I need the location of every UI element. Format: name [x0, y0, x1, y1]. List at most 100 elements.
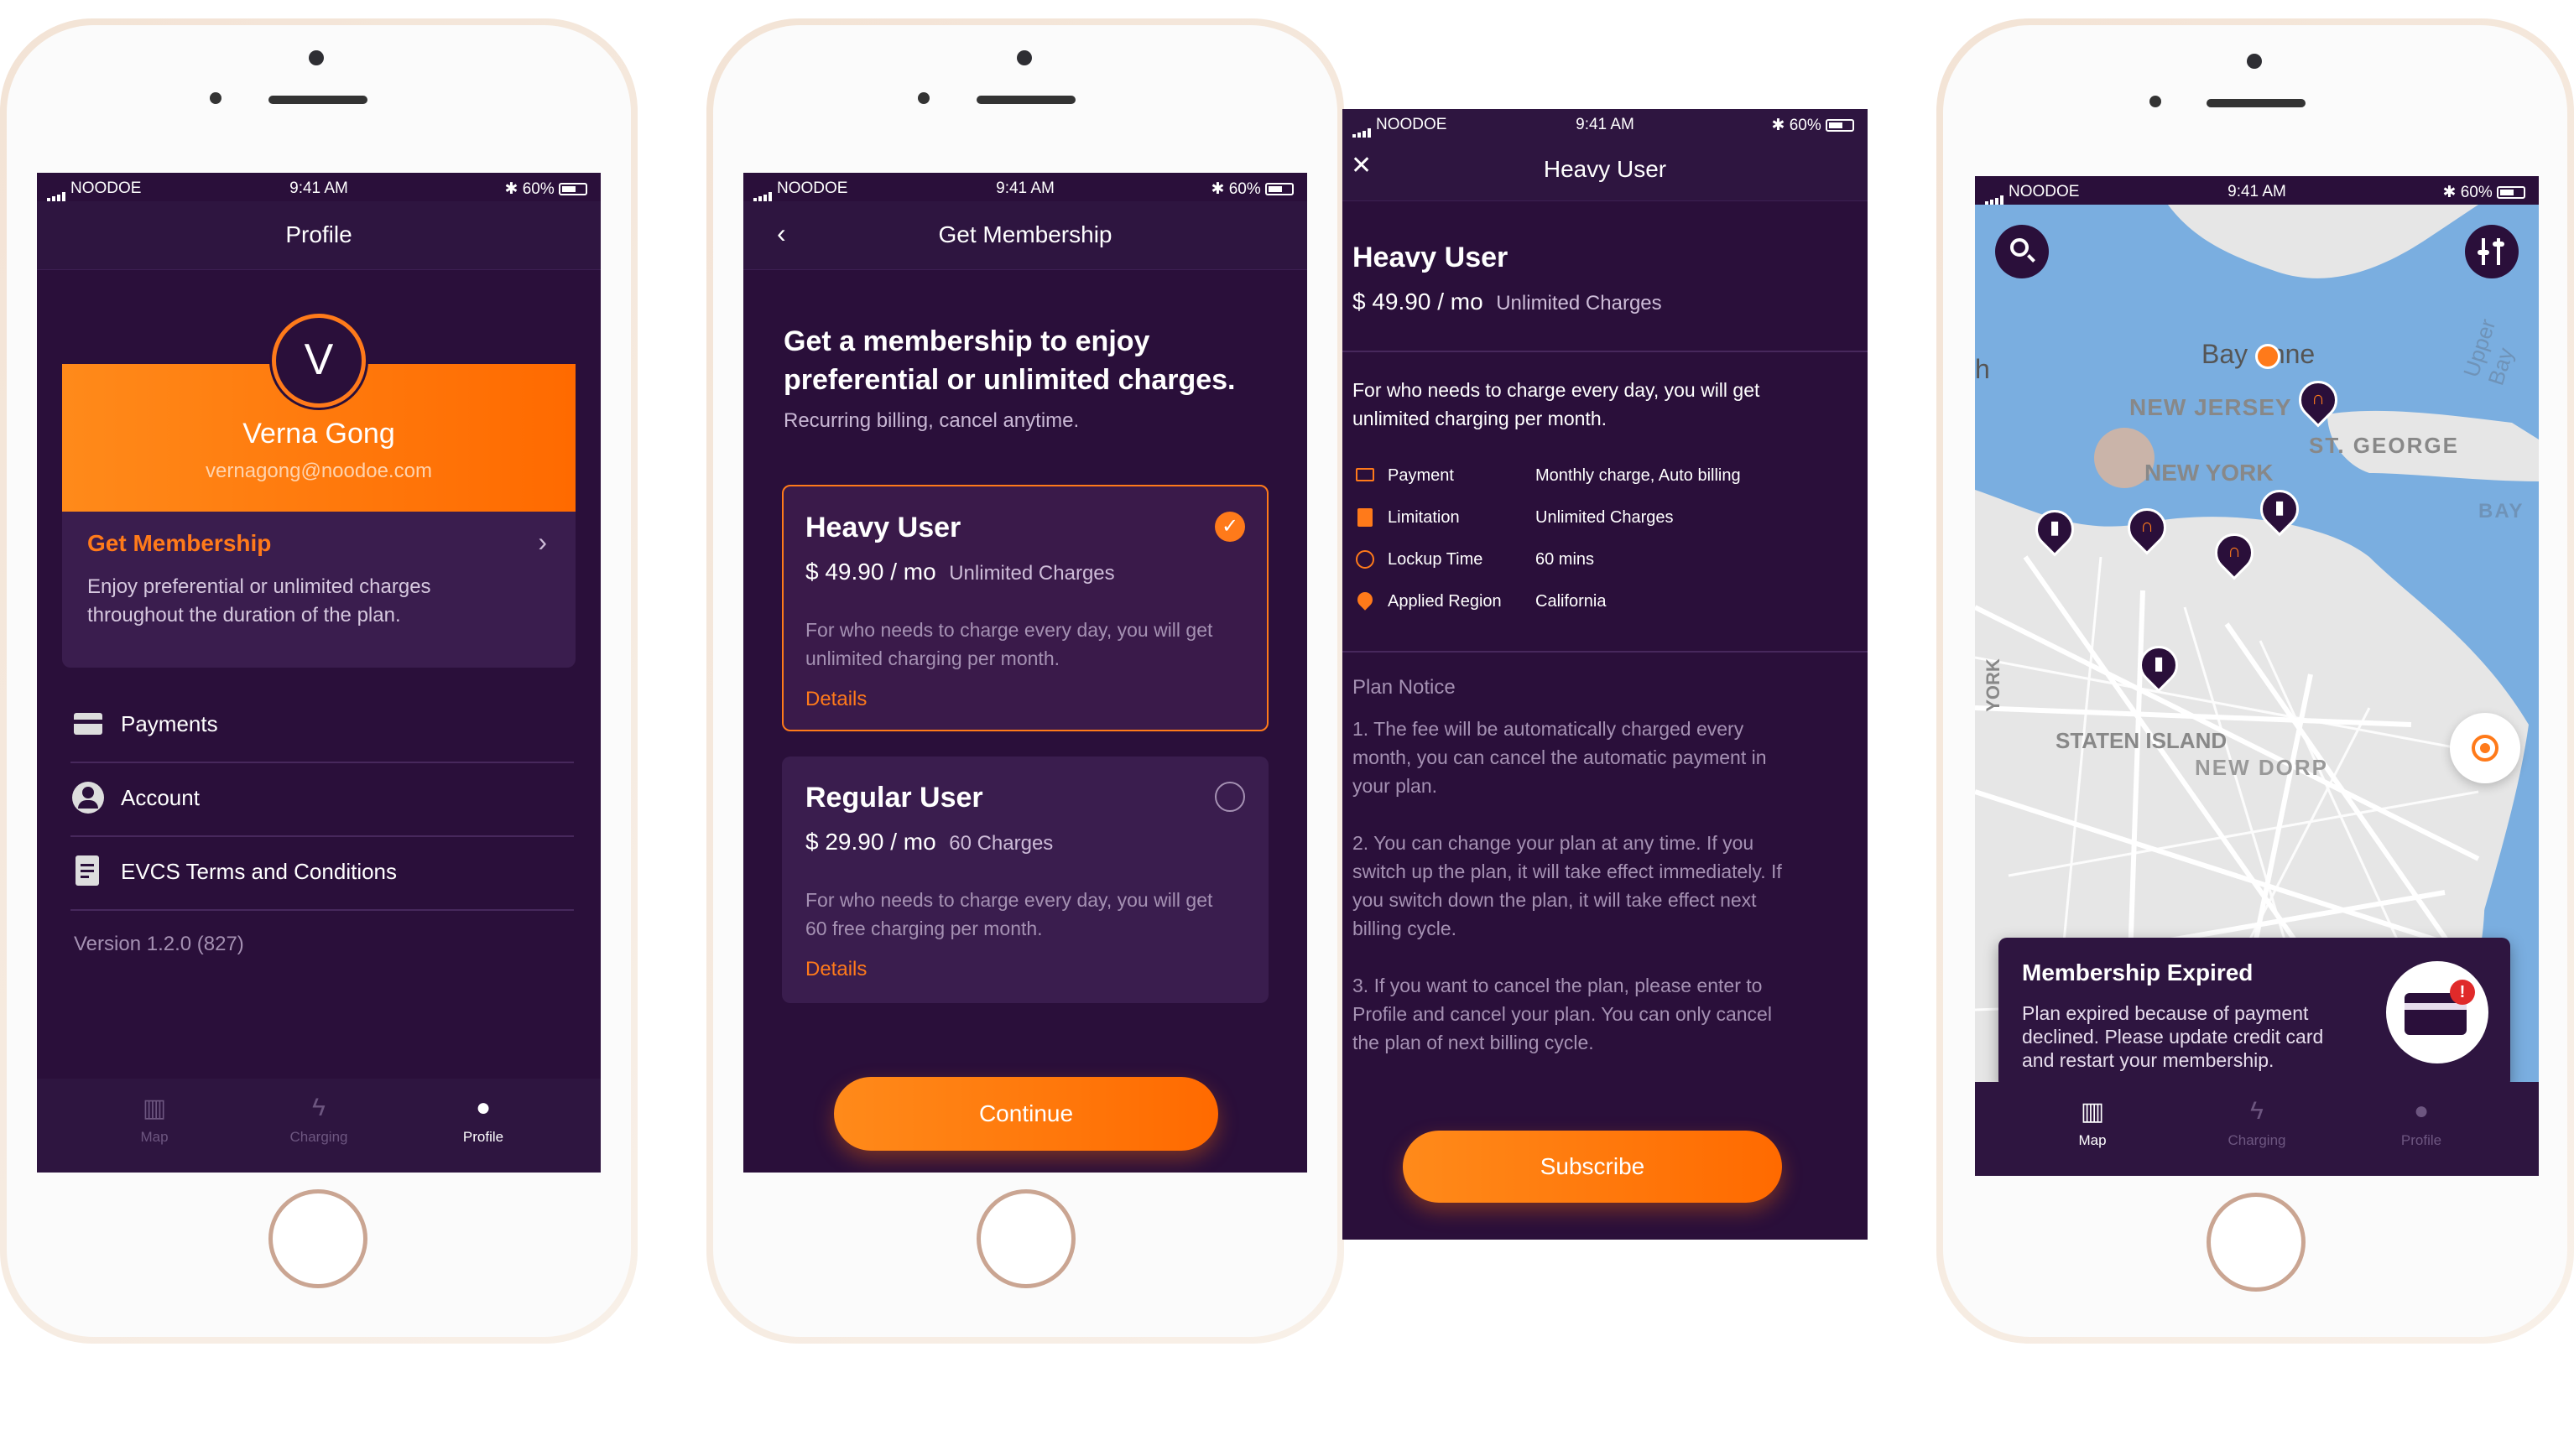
- battery-level: 60%: [522, 180, 555, 198]
- phone-frame-get-membership: NOODOE 9:41 AM ✱ 60% ‹ Get Membership Ge…: [706, 18, 1344, 1344]
- menu-label-payments: Payments: [121, 711, 218, 736]
- avatar[interactable]: V: [272, 314, 366, 408]
- document-icon: [1357, 508, 1373, 527]
- charger-pin-station[interactable]: ▮: [2252, 481, 2307, 537]
- home-button[interactable]: [2207, 1193, 2306, 1292]
- menu-item-terms[interactable]: EVCS Terms and Conditions: [70, 855, 574, 909]
- menu-label-account: Account: [121, 785, 200, 810]
- map-label-st-george: ST. GEORGE: [2309, 433, 2459, 458]
- earpiece-speaker: [268, 96, 367, 104]
- tab-profile[interactable]: ● Profile: [2371, 1097, 2472, 1149]
- plug-icon: ∩: [2140, 515, 2154, 536]
- subscribe-button[interactable]: Subscribe: [1403, 1131, 1782, 1203]
- detail-desc-line-2: unlimited charging per month.: [1352, 408, 1607, 429]
- detail-desc-line-1: For who needs to charge every day, you w…: [1352, 379, 1760, 401]
- phone-frame-map: NOODOE 9:41 AM ✱ 60% Bay nne NEW JERSEY …: [1936, 18, 2574, 1344]
- charger-pin-station[interactable]: ▮: [2131, 637, 2186, 693]
- detail-plan-price: $ 49.90 / mo Unlimited Charges: [1352, 289, 1662, 315]
- detail-row-region: Applied Region California: [1352, 589, 1856, 626]
- detail-row-lockup: Lockup Time 60 mins: [1352, 550, 1856, 584]
- plan-notice-1: 1. The fee will be automatically charged…: [1352, 718, 1767, 797]
- plan-desc-line-2: 60 free charging per month.: [805, 918, 1043, 939]
- tab-charging[interactable]: ϟ Charging: [268, 1094, 369, 1146]
- plan-desc-line-1: For who needs to charge every day, you w…: [805, 619, 1213, 641]
- status-bar: NOODOE 9:41 AM ✱ 60%: [743, 173, 1307, 201]
- map-label-york: YORK: [1982, 658, 2003, 712]
- location-pin-icon: [1354, 589, 1376, 611]
- map-label-new-jersey: NEW JERSEY: [2129, 394, 2292, 420]
- filter-button[interactable]: [2465, 225, 2519, 278]
- current-location-dot: [2255, 344, 2280, 369]
- plan-desc-line-2: unlimited charging per month.: [805, 647, 1060, 669]
- menu-item-account[interactable]: Account: [70, 782, 574, 835]
- map-icon: ▥: [2080, 1098, 2105, 1126]
- home-button[interactable]: [977, 1189, 1076, 1288]
- plan-card-heavy-user[interactable]: Heavy User ✓ $ 49.90 / mo Unlimited Char…: [782, 485, 1269, 731]
- proximity-sensor: [2149, 96, 2161, 107]
- bolt-icon: ϟ: [2250, 1097, 2264, 1125]
- tab-map[interactable]: ▥ Map: [104, 1094, 205, 1146]
- map-icon: ▥: [142, 1095, 167, 1122]
- plan-card-regular-user[interactable]: Regular User $ 29.90 / mo 60 Charges For…: [782, 757, 1269, 1003]
- profile-screen: NOODOE 9:41 AM ✱ 60% Profile V Verna Gon…: [37, 173, 601, 1173]
- check-circle-icon[interactable]: ✓: [1215, 512, 1245, 542]
- charger-pin-station[interactable]: ▮: [2027, 502, 2082, 557]
- plan-price: $ 49.90 / mo Unlimited Charges: [805, 559, 1115, 585]
- search-icon: [2010, 238, 2029, 257]
- battery-icon: [1265, 183, 1294, 196]
- battery-indicator: ✱ 60%: [1211, 179, 1294, 199]
- proximity-sensor: [918, 92, 930, 104]
- menu-divider: [70, 909, 574, 911]
- profile-navbar: Profile: [37, 201, 601, 270]
- charger-pin-available[interactable]: ∩: [2119, 500, 2175, 555]
- membership-expired-alert[interactable]: Membership Expired Plan expired because …: [1998, 938, 2510, 1082]
- membership-headline-line-1: Get a membership to enjoy: [784, 325, 1150, 357]
- plan-price: $ 29.90 / mo 60 Charges: [805, 829, 1054, 855]
- plan-details-link[interactable]: Details: [805, 958, 867, 981]
- menu-item-payments[interactable]: Payments: [70, 708, 574, 762]
- person-icon: ●: [475, 1094, 492, 1121]
- front-camera: [1017, 50, 1032, 65]
- charger-pin-available[interactable]: ∩: [2290, 372, 2346, 428]
- radio-unchecked-icon[interactable]: [1215, 782, 1245, 812]
- tab-charging[interactable]: ϟ Charging: [2207, 1097, 2307, 1149]
- detail-row-payment: Payment Monthly charge, Auto billing: [1352, 466, 1856, 500]
- phone-frame-profile: NOODOE 9:41 AM ✱ 60% Profile V Verna Gon…: [0, 18, 638, 1344]
- plug-icon: ∩: [2228, 540, 2241, 561]
- search-button[interactable]: [1995, 225, 2049, 278]
- clock-icon: [1356, 550, 1374, 569]
- battery-icon: [559, 183, 587, 196]
- section-divider: [1342, 351, 1868, 352]
- user-email: vernagong@noodoe.com: [206, 460, 432, 482]
- get-membership-screen: NOODOE 9:41 AM ✱ 60% ‹ Get Membership Ge…: [743, 173, 1307, 1173]
- map-screen: NOODOE 9:41 AM ✱ 60% Bay nne NEW JERSEY …: [1975, 176, 2539, 1176]
- status-bar: NOODOE 9:41 AM ✱ 60%: [37, 173, 601, 201]
- locate-me-button[interactable]: [2450, 713, 2520, 783]
- map-label-staten-island: STATEN ISLAND: [2056, 728, 2228, 753]
- status-bar: NOODOE 9:41 AM ✱ 60%: [1342, 109, 1868, 138]
- get-membership-navbar: ‹ Get Membership: [743, 201, 1307, 270]
- plan-details-link[interactable]: Details: [805, 688, 867, 711]
- plan-notice-title: Plan Notice: [1352, 676, 1456, 699]
- battery-indicator: ✱ 60%: [2442, 183, 2525, 202]
- fuel-icon: ▮: [2274, 497, 2285, 517]
- battery-indicator: ✱ 60%: [504, 179, 587, 199]
- map-view[interactable]: Bay nne NEW JERSEY ST. GEORGE NEW YORK U…: [1975, 205, 2539, 1082]
- tab-map[interactable]: ▥ Map: [2042, 1097, 2143, 1149]
- charger-pin-available[interactable]: ∩: [2207, 525, 2262, 580]
- tab-profile[interactable]: ● Profile: [433, 1094, 534, 1146]
- page-title: Profile: [285, 221, 352, 247]
- page-title: Get Membership: [938, 221, 1112, 247]
- home-button[interactable]: [268, 1189, 367, 1288]
- continue-button[interactable]: Continue: [834, 1077, 1218, 1151]
- version-label: Version 1.2.0 (827): [74, 933, 244, 955]
- earpiece-speaker: [2207, 99, 2306, 107]
- map-label-new-dorp: NEW DORP: [2195, 755, 2328, 780]
- membership-headline-line-2: preferential or unlimited charges.: [784, 364, 1236, 396]
- battery-icon: [2497, 186, 2525, 200]
- menu-label-terms: EVCS Terms and Conditions: [121, 859, 398, 884]
- alert-body: Plan expired because of payment declined…: [2022, 1002, 2324, 1071]
- get-membership-card[interactable]: Get Membership › Enjoy preferential or u…: [62, 512, 576, 668]
- membership-title: Get Membership: [87, 530, 272, 556]
- plan-desc-line-1: For who needs to charge every day, you w…: [805, 889, 1213, 911]
